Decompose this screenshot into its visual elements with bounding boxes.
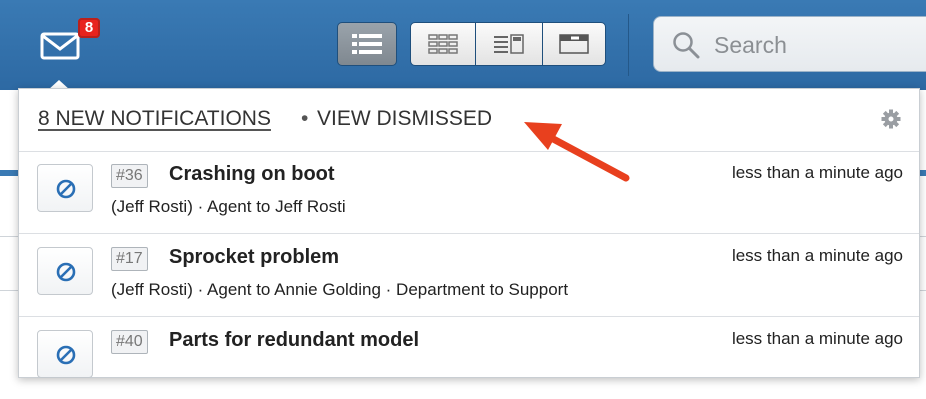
ticket-title[interactable]: Parts for redundant model <box>169 329 419 352</box>
split-view-button[interactable] <box>475 22 543 66</box>
header-separator: • <box>301 107 309 130</box>
ticket-title[interactable]: Sprocket problem <box>169 246 339 269</box>
notifications-button[interactable] <box>40 30 80 62</box>
notification-time: less than a minute ago <box>731 163 903 182</box>
dismiss-button[interactable] <box>37 330 93 378</box>
annotation-arrow <box>524 122 630 182</box>
notification-time: less than a minute ago <box>731 329 903 348</box>
new-notifications-link[interactable]: 8 NEW NOTIFICATIONS <box>38 107 271 131</box>
list-view-icon <box>352 34 382 54</box>
notification-count-badge: 8 <box>78 18 100 38</box>
ticket-title[interactable]: Crashing on boot <box>169 163 335 186</box>
ticket-id-badge: #17 <box>111 247 148 271</box>
notification-item[interactable]: #40 Parts for redundant model less than … <box>19 317 919 399</box>
ticket-id-badge: #36 <box>111 164 148 188</box>
notifications-dropdown: 8 NEW NOTIFICATIONS • VIEW DISMISSED #36 <box>18 88 920 378</box>
dismiss-button[interactable] <box>37 164 93 212</box>
notification-item[interactable]: #17 Sprocket problem less than a minute … <box>19 234 919 317</box>
gear-icon[interactable] <box>881 109 901 129</box>
notification-detail: (Jeff Rosti) · Agent to Annie Golding · … <box>111 280 569 299</box>
notification-item[interactable]: #36 Crashing on boot less than a minute … <box>19 151 919 234</box>
dismiss-icon <box>56 179 76 199</box>
notifications-header: 8 NEW NOTIFICATIONS • VIEW DISMISSED <box>19 89 919 152</box>
view-dismissed-link[interactable]: VIEW DISMISSED <box>317 107 492 131</box>
search-input[interactable] <box>712 29 926 61</box>
notification-time: less than a minute ago <box>731 246 903 265</box>
list-view-button[interactable] <box>337 22 397 66</box>
dismiss-icon <box>56 345 76 365</box>
top-toolbar: 8 <box>0 0 926 90</box>
dismiss-button[interactable] <box>37 247 93 295</box>
grid-view-icon <box>428 34 458 54</box>
detail-view-icon <box>559 34 589 54</box>
detail-view-button[interactable] <box>542 22 606 66</box>
mail-icon <box>40 32 80 60</box>
grid-view-button[interactable] <box>410 22 476 66</box>
dismiss-icon <box>56 262 76 282</box>
toolbar-divider <box>628 14 629 76</box>
ticket-id-badge: #40 <box>111 330 148 354</box>
search-icon <box>673 32 700 59</box>
split-view-icon <box>494 34 524 54</box>
search-box[interactable] <box>653 16 926 72</box>
notification-detail: (Jeff Rosti) · Agent to Jeff Rosti <box>111 197 346 216</box>
